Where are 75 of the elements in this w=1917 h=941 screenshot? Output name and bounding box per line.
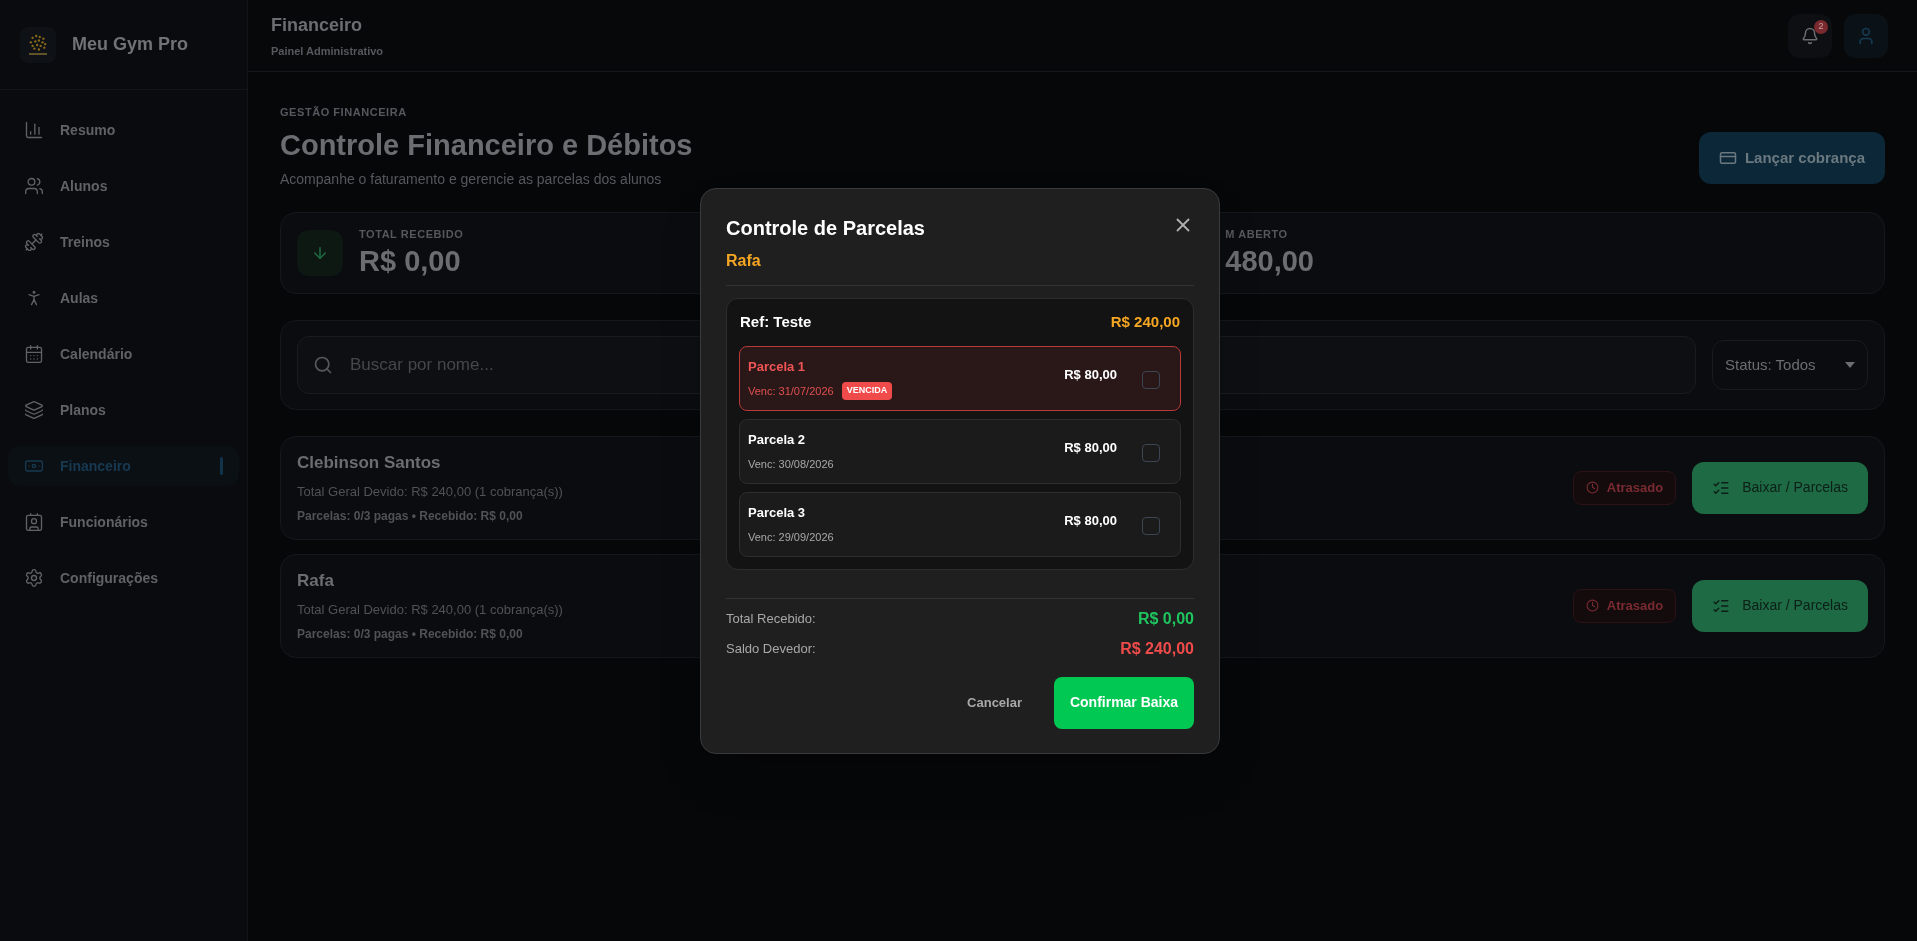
- nav-item[interactable]: Configurações: [8, 558, 239, 598]
- overdue-badge: VENCIDA: [841, 382, 893, 400]
- installment-name: Parcela 1: [748, 357, 807, 376]
- nav-item[interactable]: Aulas: [8, 278, 239, 318]
- search-icon: [313, 354, 333, 375]
- stat-label: TOTAL RECEBIDO: [359, 227, 464, 243]
- page-subtitle: Acompanhe o faturamento e gerencie as parcelas dos alunos: [280, 169, 663, 189]
- total-label: Total Recebido:: [726, 609, 816, 628]
- charge-ref: Ref: Teste: [740, 312, 812, 332]
- clock-icon: [1585, 599, 1599, 613]
- nav-item[interactable]: Treinos: [8, 222, 239, 262]
- id-card-icon: [24, 512, 44, 532]
- layers-icon: [24, 400, 44, 420]
- card-icon: [1718, 149, 1737, 167]
- profile-button[interactable]: [1844, 13, 1888, 58]
- total-label: Saldo Devedor:: [726, 639, 816, 658]
- nav-item[interactable]: Resumo: [8, 110, 239, 150]
- notification-badge: 2: [1814, 19, 1828, 34]
- student-name: Clebinson Santos: [297, 452, 442, 475]
- installment-name: Parcela 2: [748, 431, 807, 449]
- brand-name: Meu Gym Pro: [72, 33, 189, 56]
- notifications-button[interactable]: 2: [1788, 13, 1832, 58]
- student-total: Total Geral Devido: R$ 240,00 (1 cobrança(s)): [297, 482, 563, 501]
- installment-amount: R$ 80,00: [1064, 438, 1117, 457]
- student-summary: Parcelas: 0/3 pagas • Recebido: R$ 0,00: [297, 508, 524, 526]
- caret-icon: [1845, 361, 1855, 368]
- installments-button[interactable]: Baixar / Parcelas: [1692, 579, 1868, 632]
- confirm-button[interactable]: Confirmar Baixa: [1054, 676, 1194, 729]
- nav-item[interactable]: Calendário: [8, 334, 239, 374]
- installment-checkbox[interactable]: [1142, 443, 1160, 462]
- installment-amount: R$ 80,00: [1064, 365, 1117, 384]
- header-subtitle: Painel Administrativo: [271, 43, 384, 59]
- installment-checkbox[interactable]: [1142, 516, 1160, 535]
- page-title: Controle Financeiro e Débitos: [280, 127, 693, 163]
- cancel-button[interactable]: Cancelar: [967, 692, 1022, 713]
- stat-label: M ABERTO: [1225, 227, 1289, 243]
- installment-name: Parcela 3: [748, 504, 807, 522]
- due-date: Venc: 29/09/2026: [748, 529, 834, 545]
- settings-icon: [24, 568, 44, 588]
- logo-icon: [20, 26, 56, 63]
- stat-value: 480,00: [1225, 243, 1314, 279]
- active-indicator: [220, 457, 223, 475]
- installment-row[interactable]: Parcela 1 Venc: 31/07/2026 VENCIDA R$ 80,00: [739, 345, 1181, 411]
- total-value: R$ 240,00: [1120, 638, 1194, 659]
- eyebrow-label: GESTÃO FINANCEIRA: [280, 105, 408, 120]
- launch-charge-button[interactable]: Lançar cobrança: [1698, 132, 1885, 184]
- calendar-icon: [24, 344, 44, 364]
- users-icon: [24, 176, 44, 196]
- total-value: R$ 0,00: [1137, 608, 1194, 629]
- modal-title: Controle de Parcelas: [726, 216, 925, 241]
- clock-icon: [1585, 481, 1599, 495]
- due-date: Venc: 31/07/2026: [748, 383, 834, 399]
- bell-icon: [1801, 26, 1819, 45]
- student-total: Total Geral Devido: R$ 240,00 (1 cobrança(s)): [297, 600, 563, 619]
- status-badge: Atrasado: [1572, 470, 1677, 505]
- nav-item[interactable]: Funcionários: [8, 502, 239, 542]
- status-badge: Atrasado: [1572, 588, 1677, 623]
- nav-item[interactable]: Alunos: [8, 166, 239, 206]
- dumbbell-icon: [24, 232, 44, 252]
- bar-chart-icon: [24, 120, 44, 140]
- header-title: Financeiro: [271, 13, 364, 37]
- installment-amount: R$ 80,00: [1064, 511, 1117, 530]
- nav-item[interactable]: Planos: [8, 390, 239, 430]
- due-date: Venc: 30/08/2026: [748, 456, 834, 472]
- stat-value: R$ 0,00: [359, 243, 462, 279]
- status-select[interactable]: Status: Todos: [1712, 339, 1868, 390]
- student-summary: Parcelas: 0/3 pagas • Recebido: R$ 0,00: [297, 626, 524, 644]
- installments-button[interactable]: Baixar / Parcelas: [1692, 461, 1868, 514]
- charge-total: R$ 240,00: [1110, 312, 1180, 332]
- student-name: Rafa: [297, 570, 335, 593]
- student-name: Rafa: [726, 251, 762, 271]
- user-icon: [1856, 25, 1876, 46]
- installment-row[interactable]: Parcela 2 Venc: 30/08/2026 R$ 80,00: [739, 418, 1181, 484]
- installment-checkbox[interactable]: [1142, 370, 1160, 389]
- installment-row[interactable]: Parcela 3 Venc: 29/09/2026 R$ 80,00: [739, 491, 1181, 557]
